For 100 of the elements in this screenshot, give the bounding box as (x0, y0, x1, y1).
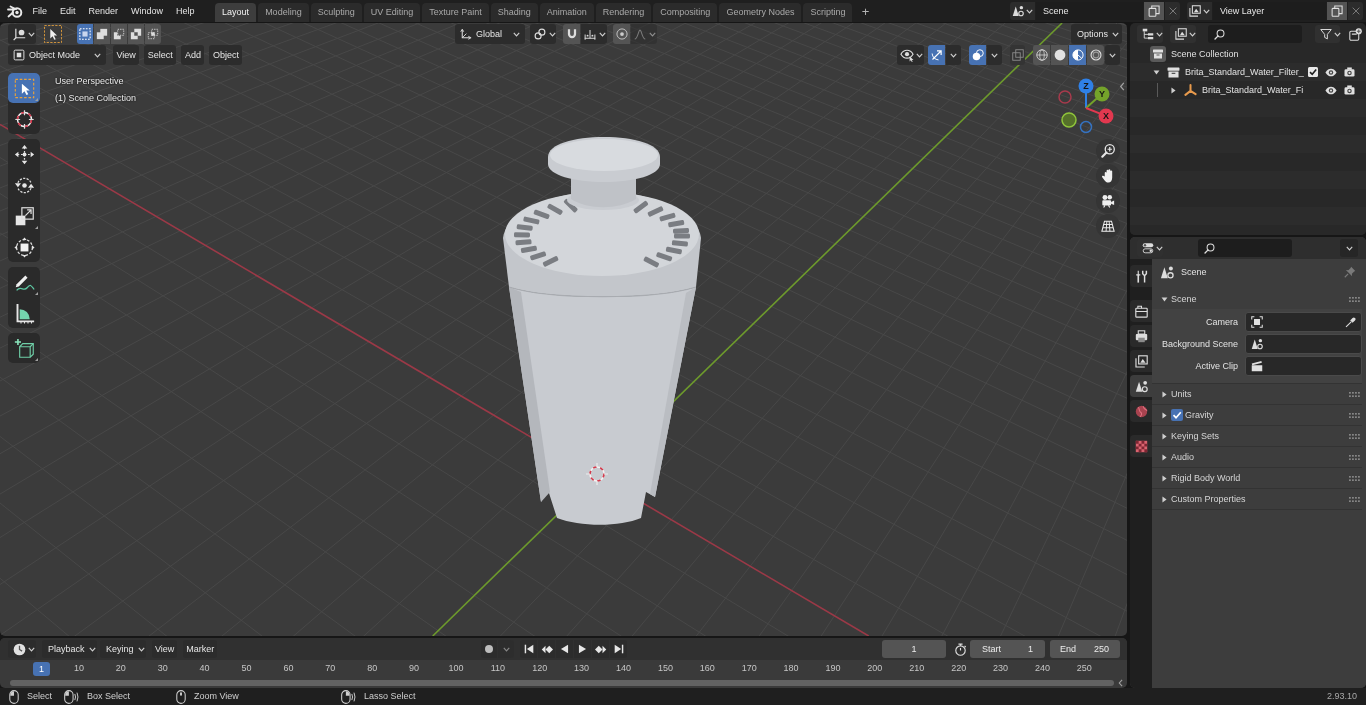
negative-x-handle[interactable] (1058, 90, 1072, 104)
outliner-row[interactable]: Brita_Standard_Water_Filter_ (1130, 63, 1366, 81)
clip-field[interactable] (1245, 356, 1362, 376)
drag-handle-icon[interactable] (1349, 296, 1360, 302)
workspace-tab[interactable]: Sculpting (310, 3, 362, 22)
chevron-left-icon[interactable] (1119, 82, 1125, 91)
zoom-button[interactable] (1096, 139, 1120, 163)
remove-button[interactable] (1348, 2, 1363, 20)
tool-button[interactable] (8, 333, 40, 363)
start-frame-field[interactable]: Start 1 (970, 640, 1045, 658)
menu-item[interactable]: View (152, 640, 178, 658)
active-tool-button[interactable] (43, 24, 63, 44)
gizmo-dropdown[interactable] (946, 45, 961, 65)
workspace-tab[interactable]: Compositing (653, 3, 718, 22)
pan-button[interactable] (1096, 164, 1120, 188)
mode-dropdown[interactable]: Object Mode (8, 45, 106, 65)
snap-toggle[interactable] (563, 24, 580, 44)
editor-type-button[interactable] (8, 640, 36, 658)
outliner-row[interactable]: Scene Collection (1130, 45, 1366, 63)
camera-icon[interactable] (1344, 67, 1355, 77)
menu-item[interactable]: Window (124, 2, 170, 20)
background-scene-field[interactable] (1245, 334, 1362, 354)
duplicate-button[interactable] (1144, 2, 1164, 20)
visibility-dropdown[interactable] (897, 45, 924, 65)
select-mode-button[interactable] (145, 24, 161, 44)
new-collection-button[interactable] (1348, 25, 1362, 43)
select-mode-button[interactable] (128, 24, 144, 44)
editor-type-button[interactable] (8, 24, 36, 44)
negative-y-handle[interactable] (1061, 112, 1077, 128)
properties-tab[interactable] (1130, 375, 1152, 397)
end-frame-field[interactable]: End 250 (1050, 640, 1120, 658)
dropdown-menu[interactable]: Keying (100, 640, 146, 658)
properties-tab[interactable] (1130, 325, 1152, 347)
drag-handle-icon[interactable] (1349, 496, 1360, 502)
shading-mode-button[interactable] (1087, 45, 1104, 65)
filter-dropdown[interactable] (1315, 25, 1340, 43)
select-mode-button[interactable] (94, 24, 110, 44)
overlay-toggle[interactable] (969, 45, 986, 65)
shading-dropdown[interactable] (1105, 45, 1120, 65)
menu-item[interactable]: Help (169, 2, 202, 20)
pin-icon[interactable] (1344, 266, 1356, 278)
panel-header[interactable]: Custom Properties (1152, 489, 1362, 509)
workspace-tab[interactable]: Geometry Nodes (719, 3, 802, 22)
menu-item[interactable]: Add (181, 45, 205, 65)
play-button[interactable] (574, 640, 592, 658)
workspace-tab[interactable]: Scripting (803, 3, 853, 22)
jump-start-button[interactable] (520, 640, 538, 658)
checkbox[interactable] (1308, 67, 1318, 77)
select-mode-button[interactable] (111, 24, 127, 44)
workspace-tab[interactable]: Animation (539, 3, 594, 22)
properties-tab[interactable] (1130, 300, 1152, 322)
shading-mode-button[interactable] (1051, 45, 1068, 65)
duplicate-button[interactable] (1327, 2, 1347, 20)
camera-view-button[interactable] (1096, 189, 1120, 213)
playhead[interactable]: 1 (33, 662, 50, 676)
proportional-editing-toggle[interactable] (613, 24, 630, 44)
panel-header[interactable]: Rigid Body World (1152, 468, 1362, 488)
preview-range-button[interactable] (953, 640, 968, 658)
browse-button[interactable] (1010, 2, 1035, 20)
falloff-dropdown[interactable] (631, 24, 657, 44)
logo-icon[interactable] (7, 4, 23, 18)
workspace-tab[interactable]: Texture Paint (422, 3, 489, 22)
drag-handle-icon[interactable] (1349, 454, 1360, 460)
properties-tab[interactable] (1130, 350, 1152, 372)
drag-handle-icon[interactable] (1349, 391, 1360, 397)
negative-z-handle[interactable] (1079, 120, 1093, 134)
panel-header[interactable]: Scene (1152, 289, 1362, 309)
panel-header[interactable]: Gravity (1152, 405, 1362, 425)
menu-item[interactable]: Select (144, 45, 177, 65)
workspace-tab[interactable]: Shading (490, 3, 538, 22)
select-mode-button[interactable] (77, 24, 93, 44)
drag-handle-icon[interactable] (1349, 412, 1360, 418)
properties-tab[interactable] (1130, 265, 1152, 287)
camera-field[interactable] (1245, 312, 1362, 332)
drag-handle-icon[interactable] (1349, 475, 1360, 481)
current-frame-field[interactable]: 1 (882, 640, 946, 658)
jump-end-button[interactable] (610, 640, 628, 658)
pivot-dropdown[interactable] (530, 24, 556, 44)
menu-item[interactable]: File (26, 2, 54, 20)
eyedropper-icon[interactable] (1345, 316, 1356, 328)
panel-header[interactable]: Units (1152, 384, 1362, 404)
menu-item[interactable]: View (113, 45, 140, 65)
panel-header[interactable]: Audio (1152, 447, 1362, 467)
orientation-dropdown[interactable]: Global (455, 24, 525, 44)
eye-icon[interactable] (1325, 67, 1337, 77)
workspace-tab[interactable]: Layout (215, 3, 257, 22)
panel-header[interactable]: Keying Sets (1152, 426, 1362, 446)
camera-icon[interactable] (1344, 85, 1355, 95)
search-field[interactable] (1198, 239, 1292, 257)
editor-type-button[interactable] (1137, 25, 1163, 43)
menu-item[interactable]: Marker (183, 640, 218, 658)
triangle-right-icon[interactable] (1171, 86, 1176, 94)
dropdown-menu[interactable]: Playback (42, 640, 97, 658)
projection-button[interactable] (1096, 214, 1120, 238)
chevron-left-icon[interactable] (1118, 678, 1123, 687)
previous-keyframe-button[interactable] (538, 640, 556, 658)
eye-icon[interactable] (1325, 85, 1337, 95)
display-mode-dropdown[interactable] (1170, 25, 1196, 43)
play-reverse-button[interactable] (556, 640, 574, 658)
options-dropdown[interactable]: Options (1071, 24, 1122, 44)
